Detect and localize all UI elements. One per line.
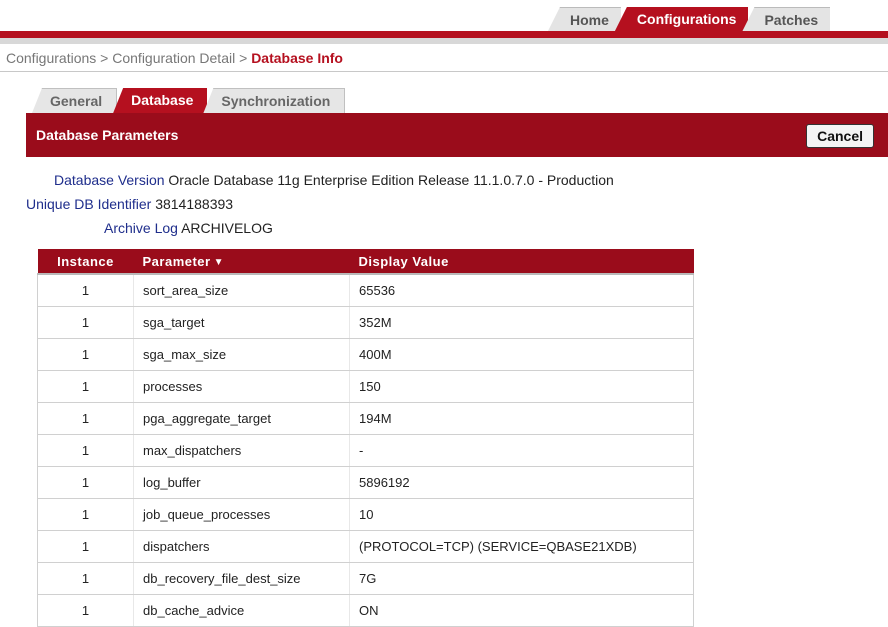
cell-instance: 1 bbox=[37, 466, 134, 499]
table-row: 1 pga_aggregate_target 194M bbox=[37, 402, 694, 435]
panel-header: Database Parameters Cancel bbox=[26, 113, 888, 157]
table-row: 1 db_recovery_file_dest_size 7G bbox=[37, 562, 694, 595]
database-version-row: Database Version Oracle Database 11g Ent… bbox=[54, 172, 614, 188]
cell-display-value: 5896192 bbox=[349, 466, 694, 499]
tab-patches[interactable]: Patches bbox=[742, 7, 831, 31]
cell-parameter: log_buffer bbox=[133, 466, 350, 499]
cell-instance: 1 bbox=[37, 562, 134, 595]
cell-parameter: job_queue_processes bbox=[133, 498, 350, 531]
cancel-button[interactable]: Cancel bbox=[806, 124, 874, 148]
cell-parameter: sga_max_size bbox=[133, 338, 350, 371]
cell-display-value: 10 bbox=[349, 498, 694, 531]
table-row: 1 log_buffer 5896192 bbox=[37, 466, 694, 499]
database-version-value: Oracle Database 11g Enterprise Edition R… bbox=[168, 172, 614, 188]
cell-instance: 1 bbox=[37, 273, 134, 307]
cell-display-value: 150 bbox=[349, 370, 694, 403]
breadcrumb-divider bbox=[0, 71, 888, 72]
cell-parameter: db_cache_advice bbox=[133, 594, 350, 627]
table-row: 1 db_cache_advice ON bbox=[37, 594, 694, 627]
cell-display-value: 65536 bbox=[349, 273, 694, 307]
tab-home[interactable]: Home bbox=[548, 7, 621, 31]
panel-title: Database Parameters bbox=[36, 127, 179, 143]
column-header-parameter-label: Parameter bbox=[142, 253, 211, 269]
breadcrumb: Configurations > Configuration Detail > … bbox=[6, 50, 343, 66]
table-body: 1 sort_area_size 65536 1 sga_target 352M 1 sga_… bbox=[37, 273, 694, 627]
cell-display-value: - bbox=[349, 434, 694, 467]
top-nav-tabs: Home Configurations Patches bbox=[548, 7, 831, 31]
cell-parameter: processes bbox=[133, 370, 350, 403]
breadcrumb-item-configuration-detail[interactable]: Configuration Detail bbox=[112, 50, 235, 66]
tab-synchronization[interactable]: Synchronization bbox=[203, 88, 346, 113]
sub-tabs: General Database Synchronization bbox=[32, 88, 346, 113]
table-row: 1 dispatchers (PROTOCOL=TCP) (SERVICE=QBAS… bbox=[37, 530, 694, 563]
breadcrumb-current: Database Info bbox=[251, 50, 343, 66]
column-header-instance[interactable]: Instance bbox=[37, 249, 134, 275]
cell-instance: 1 bbox=[37, 370, 134, 403]
cell-display-value: 7G bbox=[349, 562, 694, 595]
table-header-row: Instance Parameter ▼ Display Value bbox=[37, 249, 694, 275]
archive-log-label: Archive Log bbox=[104, 220, 178, 236]
db-identifier-row: Unique DB Identifier 3814188393 bbox=[26, 196, 233, 212]
cell-parameter: dispatchers bbox=[133, 530, 350, 563]
breadcrumb-item-configurations[interactable]: Configurations bbox=[6, 50, 96, 66]
table-row: 1 max_dispatchers - bbox=[37, 434, 694, 467]
archive-log-row: Archive Log ARCHIVELOG bbox=[104, 220, 273, 236]
top-nav-bar bbox=[0, 31, 888, 38]
db-identifier-value: 3814188393 bbox=[155, 196, 234, 212]
cell-instance: 1 bbox=[37, 498, 134, 531]
sort-desc-icon[interactable]: ▼ bbox=[214, 257, 224, 268]
table-row: 1 sga_max_size 400M bbox=[37, 338, 694, 371]
db-identifier-label: Unique DB Identifier bbox=[26, 196, 152, 212]
table-row: 1 processes 150 bbox=[37, 370, 694, 403]
cell-instance: 1 bbox=[37, 434, 134, 467]
table-row: 1 job_queue_processes 10 bbox=[37, 498, 694, 531]
tab-general[interactable]: General bbox=[32, 88, 118, 113]
breadcrumb-separator: > bbox=[100, 50, 109, 66]
column-header-display-value[interactable]: Display Value bbox=[349, 249, 694, 275]
breadcrumb-separator: > bbox=[239, 50, 248, 66]
cell-instance: 1 bbox=[37, 306, 134, 339]
tab-configurations[interactable]: Configurations bbox=[614, 7, 749, 31]
cell-display-value: 352M bbox=[349, 306, 694, 339]
cell-parameter: sort_area_size bbox=[133, 273, 350, 307]
cell-display-value: ON bbox=[349, 594, 694, 627]
cell-instance: 1 bbox=[37, 530, 134, 563]
parameters-table: Instance Parameter ▼ Display Value 1 sort_… bbox=[37, 249, 694, 627]
table-row: 1 sort_area_size 65536 bbox=[37, 273, 694, 307]
cell-instance: 1 bbox=[37, 338, 134, 371]
tab-database[interactable]: Database bbox=[113, 88, 208, 113]
cell-display-value: 400M bbox=[349, 338, 694, 371]
cell-instance: 1 bbox=[37, 594, 134, 627]
database-version-label: Database Version bbox=[54, 172, 165, 188]
cell-parameter: db_recovery_file_dest_size bbox=[133, 562, 350, 595]
cell-instance: 1 bbox=[37, 402, 134, 435]
cell-parameter: sga_target bbox=[133, 306, 350, 339]
column-header-parameter[interactable]: Parameter ▼ bbox=[133, 249, 350, 275]
archive-log-value: ARCHIVELOG bbox=[181, 220, 273, 236]
cell-display-value: (PROTOCOL=TCP) (SERVICE=QBASE21XDB) bbox=[349, 530, 694, 563]
cell-parameter: max_dispatchers bbox=[133, 434, 350, 467]
cell-display-value: 194M bbox=[349, 402, 694, 435]
cell-parameter: pga_aggregate_target bbox=[133, 402, 350, 435]
table-row: 1 sga_target 352M bbox=[37, 306, 694, 339]
top-nav-shadow bbox=[0, 38, 888, 44]
